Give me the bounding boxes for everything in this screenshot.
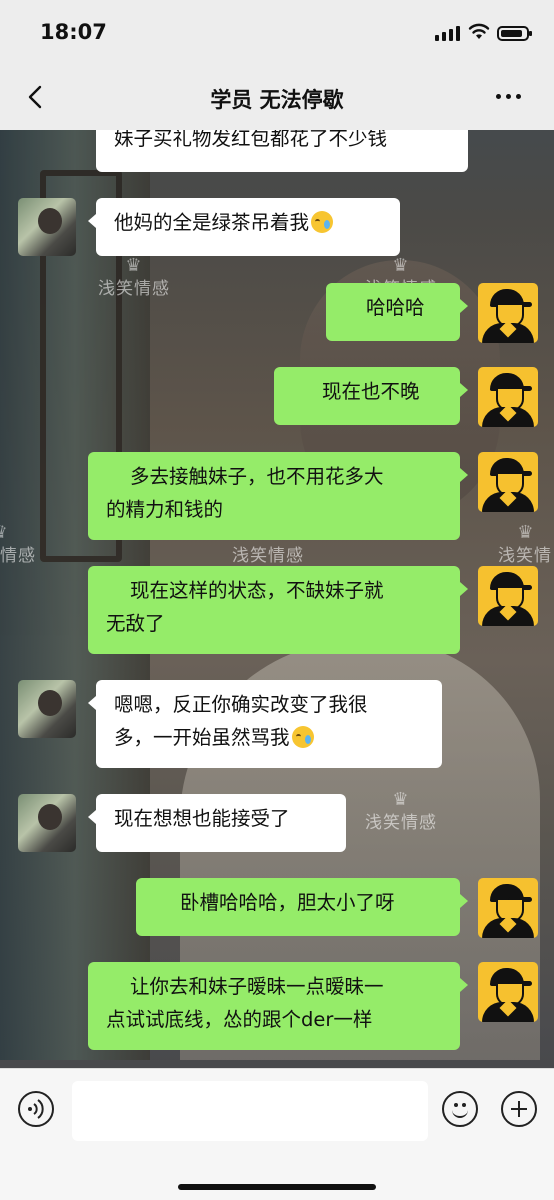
message-text: 现在想想也能接受了 xyxy=(114,807,290,830)
contact-avatar[interactable] xyxy=(18,680,76,738)
user-avatar[interactable] xyxy=(478,452,538,512)
plus-icon[interactable] xyxy=(501,1091,537,1127)
contact-avatar[interactable] xyxy=(18,198,76,256)
chat-title: 学员 无法停歇 xyxy=(210,88,344,112)
message-bubble-sent[interactable]: 现在也不晚 xyxy=(274,367,468,425)
message-text-line: 让你去和妹子暧昧一点暧昧一 xyxy=(130,975,384,998)
message-text-line: 嗯嗯，反正你确实改变了我很 xyxy=(114,693,368,716)
message-bubble-sent[interactable]: 让你去和妹子暧昧一点暧昧一 点试试底线，怂的跟个der一样 xyxy=(88,962,468,1050)
chat-screen: ♛浅笑情感 ♛浅笑情感 ♛浅笑情感 ♛浅笑情感 ♛浅笑情感 ♛浅笑情感 妹子买礼… xyxy=(0,0,554,1200)
crying-laughing-emoji-icon xyxy=(311,211,334,233)
watermark: ♛浅笑情感 xyxy=(0,524,36,567)
user-avatar[interactable] xyxy=(478,878,538,938)
nav-bar: 学员 无法停歇 xyxy=(0,66,554,130)
message-bubble-received[interactable]: 他妈的全是绿茶吊着我 xyxy=(88,198,400,256)
message-text: 卧槽哈哈哈，胆太小了呀 xyxy=(180,891,395,914)
message-text-line: 多去接触妹子，也不用花多大 xyxy=(130,465,384,488)
cellular-signal-icon xyxy=(435,26,460,41)
status-bar: 18:07 xyxy=(0,0,554,66)
input-bar xyxy=(0,1068,554,1200)
message-bubble-sent[interactable]: 现在这样的状态，不缺妹子就 无敌了 xyxy=(88,566,468,654)
message-bubble-sent[interactable]: 卧槽哈哈哈，胆太小了呀 xyxy=(136,878,468,936)
message-text: 现在也不晚 xyxy=(322,380,420,403)
status-time: 18:07 xyxy=(40,20,107,44)
user-avatar[interactable] xyxy=(478,962,538,1022)
more-dots-icon[interactable] xyxy=(496,94,521,99)
user-avatar[interactable] xyxy=(478,283,538,343)
watermark: ♛浅笑情感 xyxy=(365,789,437,834)
message-text: 妹子买礼物发红包都花了不少钱 xyxy=(114,127,388,150)
user-avatar[interactable] xyxy=(478,566,538,626)
message-bubble-received[interactable]: 嗯嗯，反正你确实改变了我很 多，一开始虽然骂我 xyxy=(88,680,442,768)
message-text: 哈哈哈 xyxy=(366,296,425,319)
message-bubble-sent[interactable]: 多去接触妹子，也不用花多大 的精力和钱的 xyxy=(88,452,468,540)
wifi-icon xyxy=(468,23,490,39)
contact-avatar[interactable] xyxy=(18,794,76,852)
user-avatar[interactable] xyxy=(478,367,538,427)
message-bubble-sent[interactable]: 哈哈哈 xyxy=(326,283,468,341)
crying-laughing-emoji-icon xyxy=(291,726,314,748)
message-text-line: 的精力和钱的 xyxy=(106,498,224,521)
emoji-icon[interactable] xyxy=(442,1091,478,1127)
message-text: 他妈的全是绿茶吊着我 xyxy=(114,211,310,234)
message-bubble-received[interactable]: 现在想想也能接受了 xyxy=(88,794,346,852)
message-text-line: 多，一开始虽然骂我 xyxy=(114,726,290,749)
watermark: ♛浅笑情感 xyxy=(98,255,170,300)
home-indicator[interactable] xyxy=(178,1184,376,1190)
message-input[interactable] xyxy=(72,1081,428,1141)
battery-icon xyxy=(497,26,532,41)
message-text-line: 现在这样的状态，不缺妹子就 xyxy=(130,579,384,602)
message-text-line: 点试试底线，怂的跟个der一样 xyxy=(106,1008,373,1031)
voice-icon[interactable] xyxy=(18,1091,54,1127)
message-text-line: 无敌了 xyxy=(106,612,165,635)
